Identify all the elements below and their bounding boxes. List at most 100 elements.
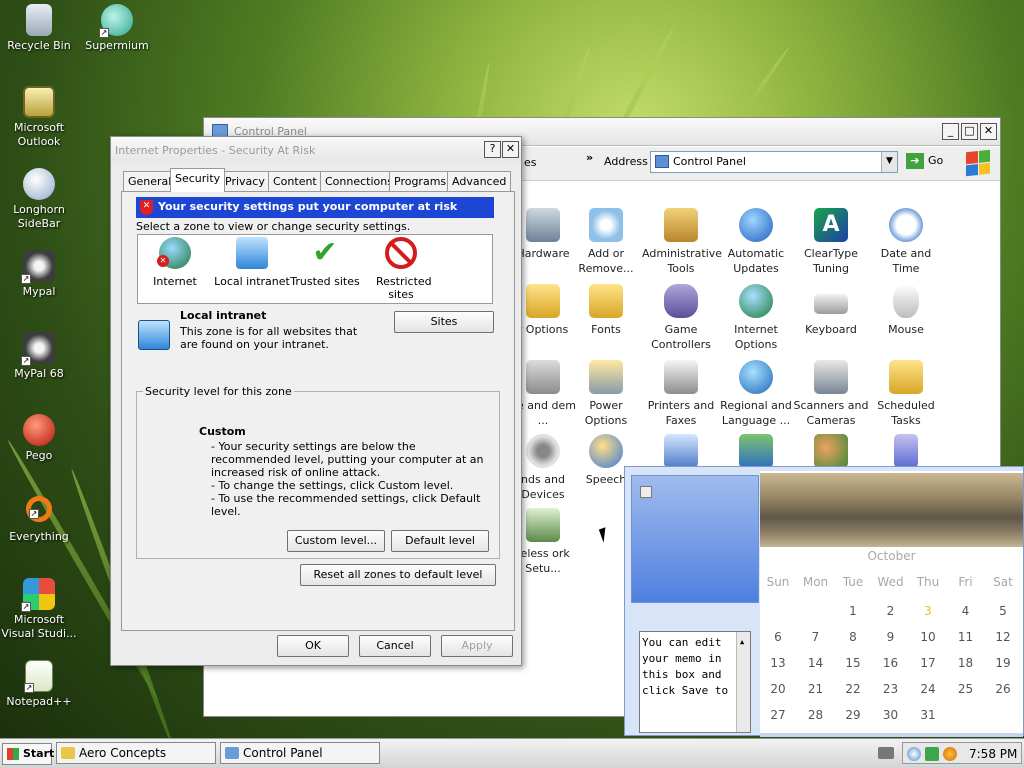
cp-item-add-remove[interactable]: Add or Remove... <box>567 208 645 276</box>
cp-item-game-controllers[interactable]: Game Controllers <box>642 284 720 352</box>
calendar-day[interactable]: 2 <box>873 604 909 618</box>
calendar-day[interactable]: 11 <box>948 630 984 644</box>
taskbar-item-aero-concepts[interactable]: Aero Concepts <box>56 742 216 764</box>
calendar-day[interactable]: 4 <box>948 604 984 618</box>
calendar-day[interactable]: 30 <box>873 708 909 722</box>
clock[interactable]: 7:58 PM <box>969 747 1017 761</box>
cancel-button[interactable]: Cancel <box>359 635 431 657</box>
cp-item-power-options[interactable]: Power Options <box>567 360 645 428</box>
keyboard-tray-icon[interactable] <box>878 747 894 759</box>
checkmark-icon: ✔ <box>312 235 338 270</box>
calendar-memo-gadget[interactable]: You can edit your memo in this box and c… <box>624 466 1024 737</box>
dialog-titlebar[interactable]: Internet Properties - Security At Risk ?… <box>111 137 521 163</box>
security-warning-banner: ✕ Your security settings put your comput… <box>136 197 494 218</box>
calendar-day[interactable]: 1 <box>835 604 871 618</box>
calendar-day[interactable]: 29 <box>835 708 871 722</box>
help-button[interactable]: ? <box>484 141 501 158</box>
calendar-day[interactable]: 18 <box>948 656 984 670</box>
ok-button[interactable]: OK <box>277 635 349 657</box>
custom-level-button[interactable]: Custom level... <box>287 530 385 552</box>
desktop-icon-mypal-68[interactable]: ↗ MyPal 68 <box>0 332 78 381</box>
dialog-close-button[interactable]: ✕ <box>502 141 519 158</box>
cp-item-automatic-updates[interactable]: Automatic Updates <box>717 208 795 276</box>
calendar-day[interactable]: 28 <box>798 708 834 722</box>
close-button[interactable]: ✕ <box>980 123 997 140</box>
network-tray-icon[interactable] <box>907 747 921 761</box>
cp-item-administrative-tools[interactable]: Administrative Tools <box>642 208 722 276</box>
cp-item-regional-language[interactable]: Regional and Language ... <box>717 360 795 428</box>
calendar-day[interactable]: 3 <box>910 604 946 618</box>
memo-scrollbar[interactable]: ▲ <box>736 632 750 732</box>
calendar-day[interactable]: 16 <box>873 656 909 670</box>
internet-properties-dialog[interactable]: Internet Properties - Security At Risk ?… <box>110 136 522 666</box>
calendar-day[interactable]: 15 <box>835 656 871 670</box>
calendar-day[interactable]: 13 <box>760 656 796 670</box>
search-tray-icon[interactable] <box>943 747 957 761</box>
toolbar-chevron[interactable]: » <box>586 151 593 164</box>
tab-security[interactable]: Security <box>170 168 226 192</box>
security-tray-icon[interactable] <box>925 747 939 761</box>
minimize-button[interactable]: _ <box>942 123 959 140</box>
sites-button[interactable]: Sites <box>394 311 494 333</box>
cp-item-cleartype[interactable]: A ClearType Tuning <box>792 208 870 276</box>
cp-item-printers-faxes[interactable]: Printers and Faxes <box>642 360 720 428</box>
reset-all-zones-button[interactable]: Reset all zones to default level <box>300 564 496 586</box>
address-field[interactable]: Control Panel ▼ <box>650 151 898 173</box>
zone-local-intranet[interactable]: Local intranet <box>214 237 290 288</box>
calendar-day[interactable]: 20 <box>760 682 796 696</box>
tab-connections[interactable]: Connections <box>320 171 398 191</box>
tab-programs[interactable]: Programs <box>389 171 452 191</box>
calendar-day[interactable]: 14 <box>798 656 834 670</box>
calendar-day[interactable]: 26 <box>985 682 1021 696</box>
memo-textbox[interactable]: You can edit your memo in this box and c… <box>639 631 751 733</box>
desktop-icon-supermium[interactable]: ↗ Supermium <box>78 4 156 53</box>
desktop-icon-notepadpp[interactable]: ↗ Notepad++ <box>0 660 78 709</box>
desktop-icon-pego[interactable]: Pego <box>0 414 78 463</box>
calendar-day[interactable]: 9 <box>873 630 909 644</box>
maximize-button[interactable]: □ <box>961 123 978 140</box>
cp-item-internet-options[interactable]: Internet Options <box>717 284 795 352</box>
cp-item-scheduled-tasks[interactable]: Scheduled Tasks <box>867 360 945 428</box>
calendar-day[interactable]: 31 <box>910 708 946 722</box>
calendar-day[interactable]: 27 <box>760 708 796 722</box>
calendar-day[interactable]: 6 <box>760 630 796 644</box>
cp-item-mouse[interactable]: Mouse <box>867 284 945 337</box>
cp-item-scanners-cameras[interactable]: Scanners and Cameras <box>792 360 870 428</box>
desktop-icon-longhorn-sidebar[interactable]: Longhorn SideBar <box>0 168 78 231</box>
cp-item-keyboard[interactable]: Keyboard <box>792 284 870 337</box>
start-button[interactable]: Start <box>2 743 54 765</box>
scheduled-tasks-icon <box>889 360 923 394</box>
zone-trusted-sites[interactable]: ✔ Trusted sites <box>290 235 360 289</box>
calendar-day[interactable]: 21 <box>798 682 834 696</box>
tab-general[interactable]: General <box>123 171 177 191</box>
zone-restricted-sites[interactable]: Restricted sites <box>366 237 436 301</box>
default-level-button[interactable]: Default level <box>391 530 489 552</box>
calendar-day[interactable]: 25 <box>948 682 984 696</box>
calendar-day[interactable]: 10 <box>910 630 946 644</box>
calendar-day[interactable]: 17 <box>910 656 946 670</box>
taskbar-item-control-panel[interactable]: Control Panel <box>220 742 380 764</box>
calendar-day[interactable]: 5 <box>985 604 1021 618</box>
calendar-day[interactable]: 23 <box>873 682 909 696</box>
cp-item-fonts[interactable]: Fonts <box>567 284 645 337</box>
calendar-day[interactable]: 24 <box>910 682 946 696</box>
tab-content[interactable]: Content <box>268 171 322 191</box>
tab-advanced[interactable]: Advanced <box>447 171 512 191</box>
go-button[interactable]: ➔ Go <box>906 153 943 169</box>
zone-internet[interactable]: ✕ Internet <box>140 237 210 288</box>
desktop-icon-everything[interactable]: ↗ Everything <box>0 496 78 544</box>
calendar-day[interactable]: 12 <box>985 630 1021 644</box>
desktop-icon-visual-studio[interactable]: ↗ Microsoft Visual Studi... <box>0 578 78 641</box>
calendar-day[interactable]: 19 <box>985 656 1021 670</box>
desktop-icon-outlook[interactable]: Microsoft Outlook <box>0 86 78 149</box>
cp-item-date-time[interactable]: Date and Time <box>867 208 945 276</box>
calendar-day[interactable]: 22 <box>835 682 871 696</box>
chevron-down-icon[interactable]: ▼ <box>881 152 897 172</box>
desktop-icon-mypal[interactable]: ↗ Mypal <box>0 250 78 299</box>
desktop-icon-recycle-bin[interactable]: Recycle Bin <box>0 4 78 53</box>
scroll-up-icon[interactable]: ▲ <box>740 634 744 650</box>
tab-privacy[interactable]: Privacy <box>220 171 270 191</box>
calendar-day[interactable]: 8 <box>835 630 871 644</box>
calendar-day[interactable]: 7 <box>798 630 834 644</box>
security-center-icon <box>664 434 698 468</box>
